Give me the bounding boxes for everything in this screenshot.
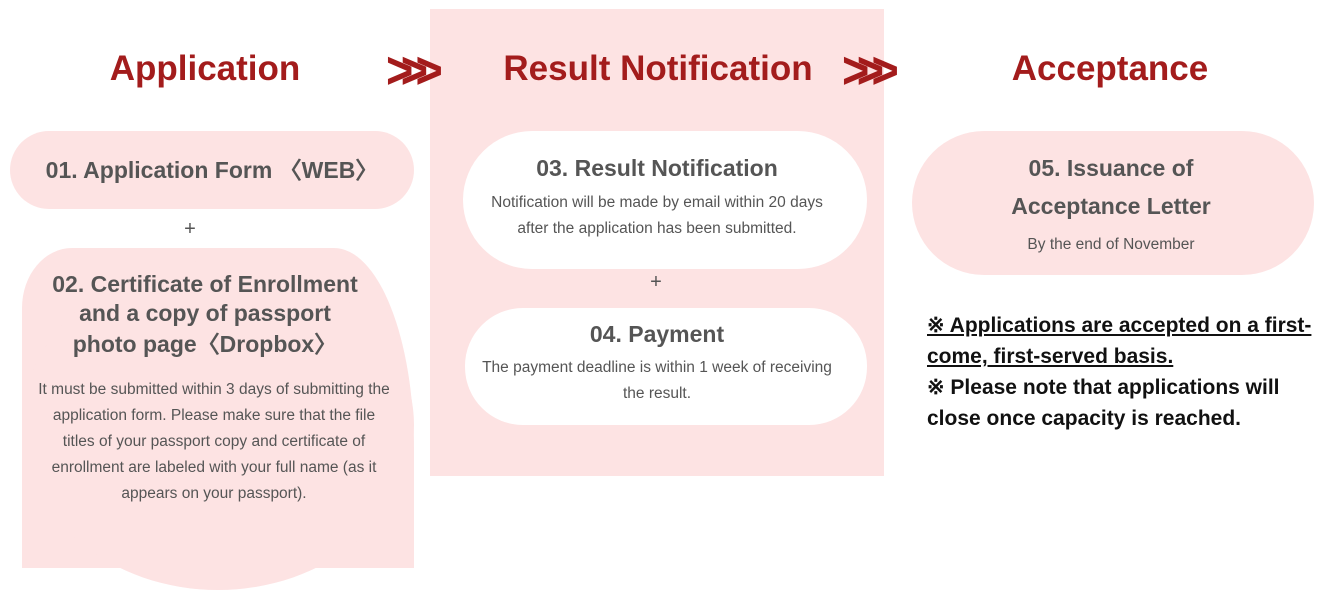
step-04-title: 04. Payment (589, 321, 725, 347)
note-capacity: ※ Please note that applications will clo… (927, 376, 1280, 430)
note-first-come: ※ Applications are accepted on a first-c… (927, 314, 1312, 368)
header-acceptance: Acceptance (1011, 49, 1209, 88)
arrow-chevrons-icon: >>> (842, 42, 899, 100)
notes-block: ※ Applications are accepted on a first-c… (927, 310, 1313, 434)
header-result-notification: Result Notification (503, 49, 813, 88)
step-05-title-line2: Acceptance Letter (1011, 193, 1211, 219)
step-05-title-line1: 05. Issuance of (1028, 155, 1194, 181)
step-03-title: 03. Result Notification (536, 155, 778, 181)
plus-sign: + (650, 271, 662, 293)
step-04-description: The payment deadline is within 1 week of… (482, 359, 832, 402)
step-03-card: 03. Result Notification Notification wil… (463, 131, 867, 269)
step-01-title: 01. Application Form 〈WEB〉 (45, 157, 379, 183)
step-02-title-line3: photo page〈Dropbox〉 (72, 331, 338, 357)
step-01-card: 01. Application Form 〈WEB〉 (10, 131, 414, 209)
step-04-card: 04. Payment The payment deadline is with… (465, 308, 867, 425)
step-02-title-line1: 02. Certificate of Enrollment (52, 271, 358, 297)
step-05-description: By the end of November (1027, 236, 1195, 253)
arrow-chevrons-icon: >>> (386, 42, 443, 100)
step-02-title-line2: and a copy of passport (79, 300, 331, 326)
step-05-card: 05. Issuance of Acceptance Letter By the… (912, 131, 1314, 275)
plus-sign: + (184, 218, 196, 240)
header-application: Application (109, 49, 301, 88)
step-03-description: Notification will be made by email withi… (491, 194, 823, 237)
step-02-description: It must be submitted within 3 days of su… (38, 381, 390, 502)
